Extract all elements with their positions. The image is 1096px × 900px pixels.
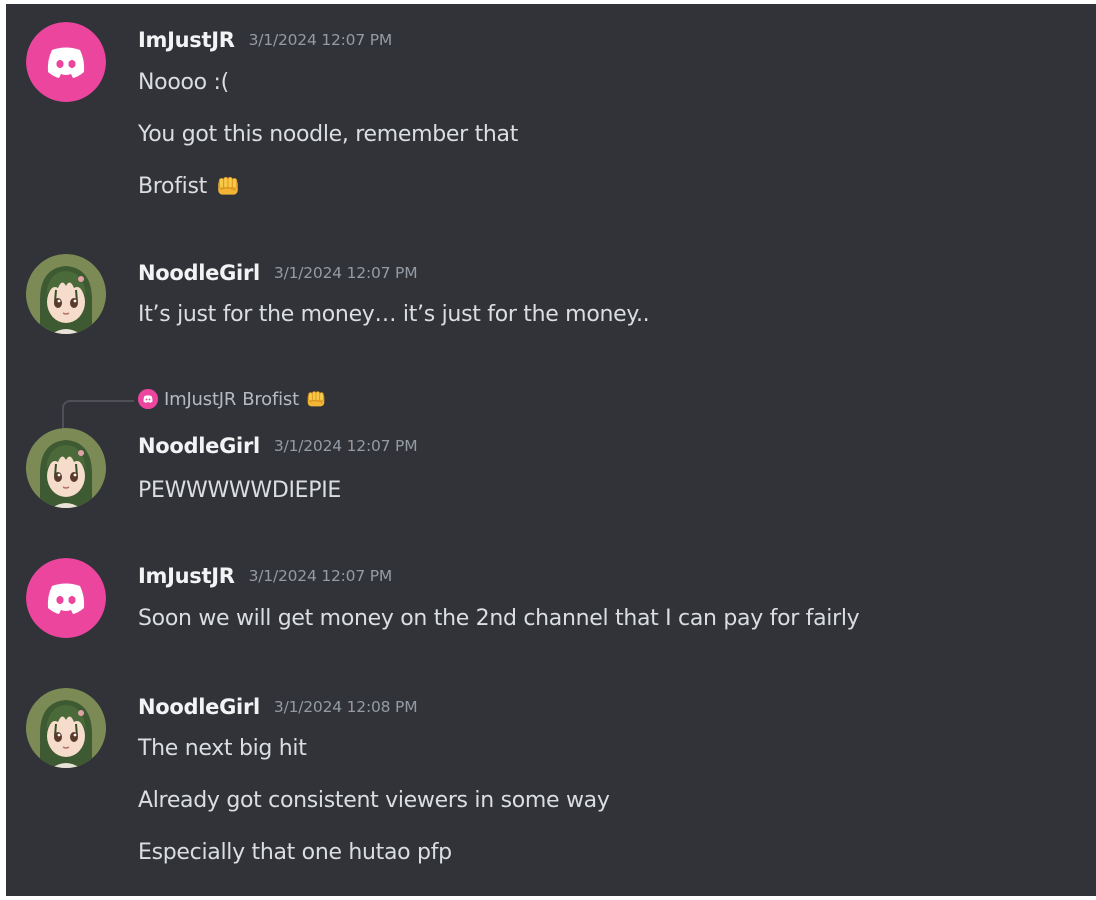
message-group-reply: ImJustJR Brofist NoodleGirl 3/1/2024 12:… [6,386,1096,516]
avatar[interactable] [26,22,106,102]
timestamp: 3/1/2024 12:07 PM [273,264,418,282]
discord-logo-icon [138,389,158,409]
reply-connector [62,400,134,430]
avatar[interactable] [26,254,106,334]
message-text: Noooo :( [138,69,229,95]
username[interactable]: NoodleGirl [138,434,260,458]
timestamp: 3/1/2024 12:07 PM [248,31,393,49]
message-text: Already got consistent viewers in some w… [138,787,610,813]
chat-message-list: ImJustJR 3/1/2024 12:07 PM Noooo :( You … [6,4,1096,896]
message-text: PEWWWWWDIEPIE [138,477,342,503]
message-header: NoodleGirl 3/1/2024 12:07 PM [138,430,418,462]
message-text: The next big hit [138,735,307,761]
message-group: ImJustJR 3/1/2024 12:07 PM Noooo :( You … [6,22,1096,222]
message-group: NoodleGirl 3/1/2024 12:08 PM The next bi… [6,688,1096,888]
reply-text: Brofist [242,388,299,410]
message-text: Soon we will get money on the 2nd channe… [138,605,860,631]
message-header: ImJustJR 3/1/2024 12:07 PM [138,560,392,592]
message-text: Especially that one hutao pfp [138,839,452,865]
message-header: NoodleGirl 3/1/2024 12:07 PM [138,257,418,289]
reply-preview[interactable]: ImJustJR Brofist [138,386,327,412]
discord-logo-icon [26,558,106,638]
message-header: ImJustJR 3/1/2024 12:07 PM [138,24,392,56]
message-text: You got this noodle, remember that [138,121,519,147]
username[interactable]: ImJustJR [138,28,235,52]
username[interactable]: NoodleGirl [138,695,260,719]
avatar[interactable] [26,428,106,508]
timestamp: 3/1/2024 12:07 PM [248,567,393,585]
message-header: NoodleGirl 3/1/2024 12:08 PM [138,691,418,723]
reply-avatar [138,389,158,409]
username[interactable]: NoodleGirl [138,261,260,285]
anime-girl-avatar-icon [26,688,106,768]
avatar[interactable] [26,688,106,768]
avatar[interactable] [26,558,106,638]
message-text: It’s just for the money… it’s just for t… [138,301,650,327]
message-group: ImJustJR 3/1/2024 12:07 PM Soon we will … [6,558,1096,648]
timestamp: 3/1/2024 12:07 PM [273,437,418,455]
reply-username[interactable]: ImJustJR [164,389,236,410]
discord-logo-icon [26,22,106,102]
anime-girl-avatar-icon [26,254,106,334]
message-group: NoodleGirl 3/1/2024 12:07 PM It’s just f… [6,254,1096,344]
timestamp: 3/1/2024 12:08 PM [273,698,418,716]
username[interactable]: ImJustJR [138,564,235,588]
fist-bump-emoji-icon [215,173,241,199]
message-text: Brofist [138,170,241,202]
anime-girl-avatar-icon [26,428,106,508]
fist-bump-emoji-icon [305,388,327,410]
